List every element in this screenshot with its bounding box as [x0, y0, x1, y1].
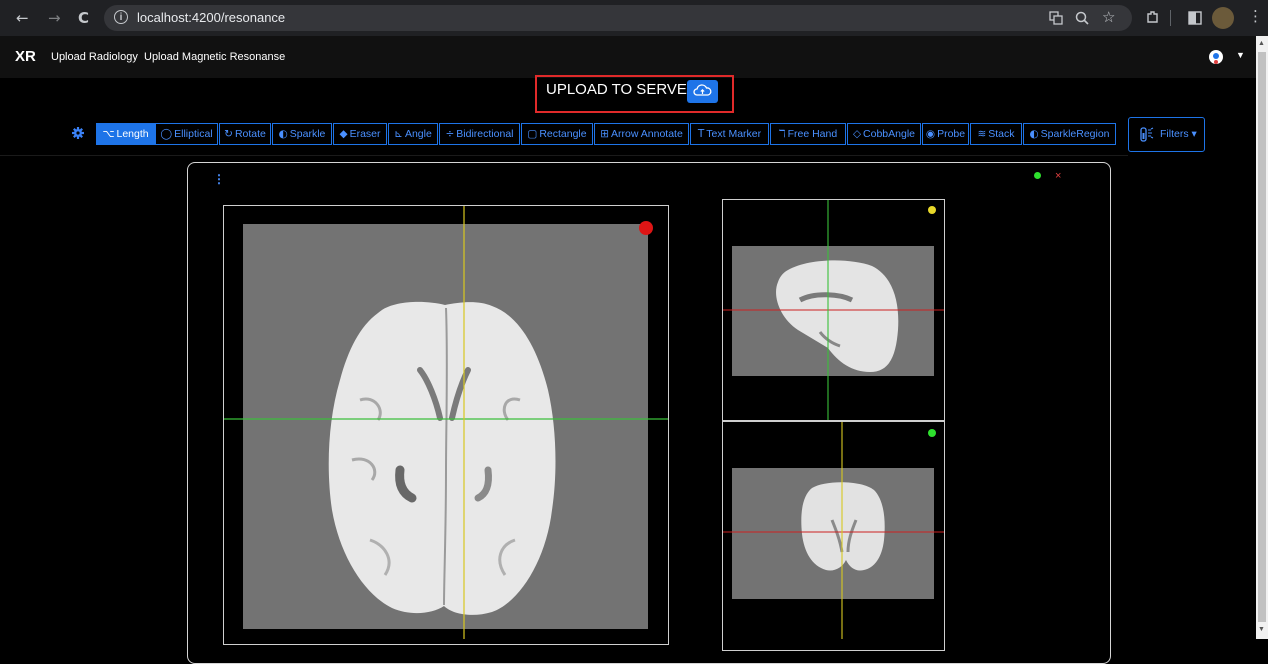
axial-orientation-marker	[639, 221, 653, 235]
scroll-down-icon[interactable]: ▼	[1258, 626, 1265, 633]
page-scrollbar[interactable]: ▲ ▼	[1256, 36, 1268, 639]
coronal-brain-image	[801, 482, 885, 571]
sagittal-orientation-marker	[928, 206, 936, 214]
coronal-orientation-marker	[928, 429, 936, 437]
scrollbar-thumb[interactable]	[1258, 52, 1266, 622]
viewer-overlay	[224, 200, 944, 639]
sagittal-brain-image	[776, 260, 899, 372]
axial-brain-image	[328, 301, 556, 615]
scroll-up-icon[interactable]: ▲	[1258, 40, 1265, 47]
